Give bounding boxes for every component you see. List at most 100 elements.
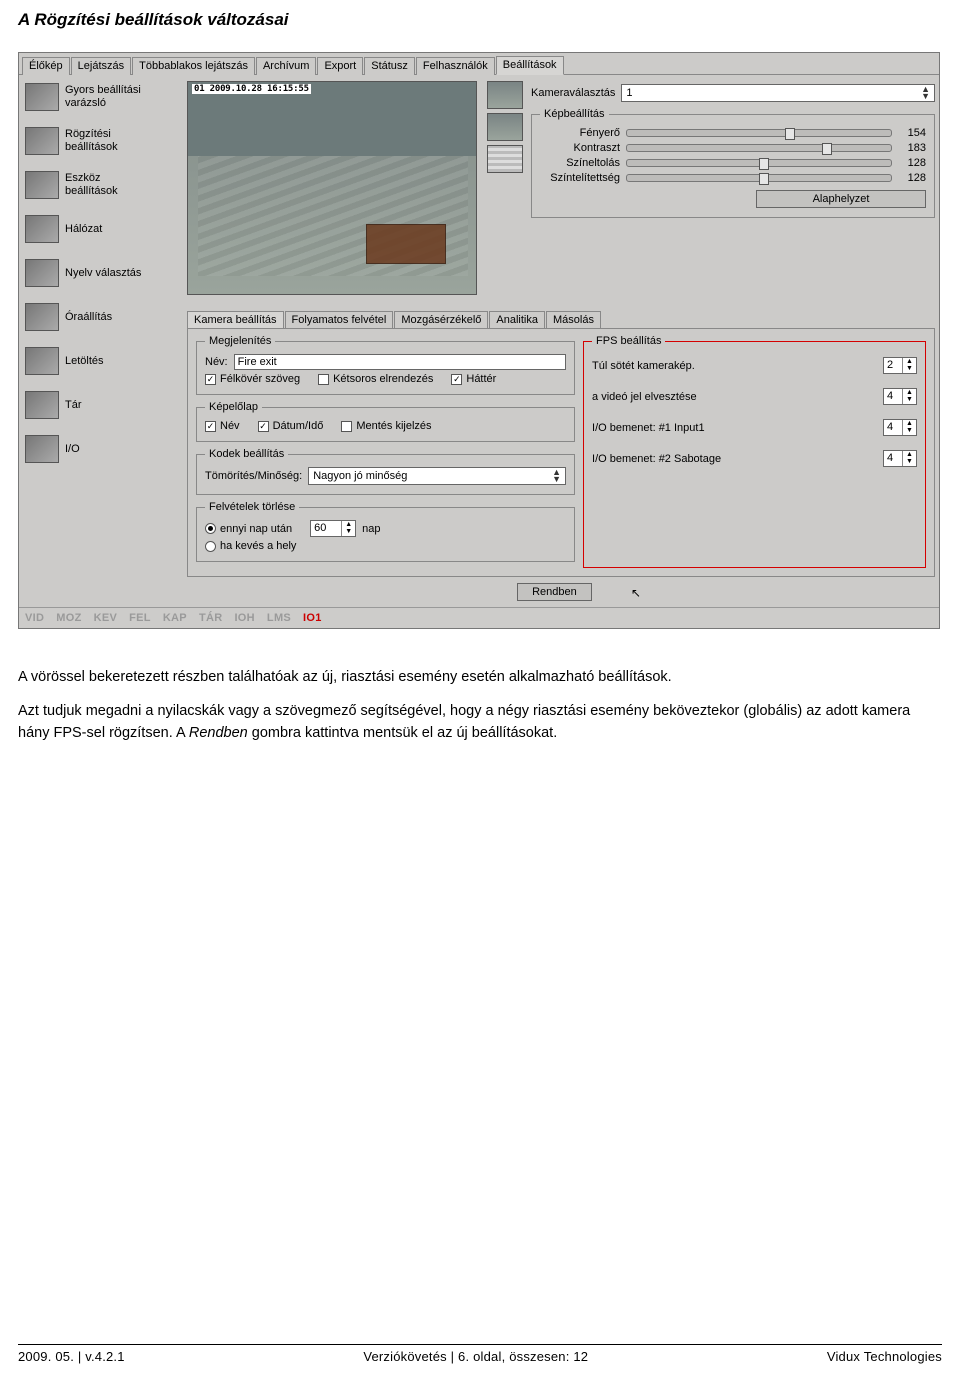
sidebar-item-device[interactable]: Eszköz beállítások <box>23 169 187 213</box>
delete-days-unit: nap <box>362 523 380 535</box>
subtab-folyamatos[interactable]: Folyamatos felvétel <box>285 311 394 328</box>
sidebar-item-label: Rögzítési beállítások <box>65 128 118 153</box>
spinner-value: 4 <box>884 451 902 466</box>
fps-row-label: a videó jel elvesztése <box>592 391 697 403</box>
page-footer: 2009. 05. | v.4.2.1 Verziókövetés | 6. o… <box>18 1344 942 1364</box>
sidebar-item-clock[interactable]: Óraállítás <box>23 301 187 345</box>
sidebar-item-label: Gyors beállítási varázsló <box>65 84 141 109</box>
badge: TÁR <box>199 612 223 624</box>
sidebar-item-download[interactable]: Letöltés <box>23 345 187 389</box>
image-settings-fieldset: Képbeállítás Fényerő154 Kontraszt183 Szí… <box>531 108 935 218</box>
checkbox-label: Kétsoros elrendezés <box>333 373 433 385</box>
tab-elokep[interactable]: Élőkép <box>22 57 70 75</box>
overlay-legend: Képelőlap <box>205 401 262 413</box>
subtab-masolas[interactable]: Másolás <box>546 311 601 328</box>
sidebar-item-label: Letöltés <box>65 355 104 368</box>
slider-label: Fényerő <box>540 127 620 139</box>
updown-icon: ▲▼ <box>552 469 561 483</box>
updown-icon: ▲▼ <box>341 521 355 536</box>
checkbox-label: Mentés kijelzés <box>356 420 431 432</box>
io-icon <box>25 435 59 463</box>
footer-right: Vidux Technologies <box>827 1349 942 1364</box>
badge: IOH <box>234 612 254 624</box>
download-icon <box>25 347 59 375</box>
fps-legend: FPS beállítás <box>592 335 665 347</box>
codec-fieldset: Kodek beállítás Tömörítés/Minőség: Nagyo… <box>196 448 575 495</box>
checkbox-label: Háttér <box>466 373 496 385</box>
preview-timestamp: 01 2009.10.28 16:15:55 <box>192 84 311 94</box>
tab-felhasznalok[interactable]: Felhasználók <box>416 57 495 75</box>
subtab-analitika[interactable]: Analitika <box>489 311 545 328</box>
reset-button[interactable]: Alaphelyzet <box>756 190 926 208</box>
sidebar-item-label: Tár <box>65 399 82 412</box>
sidebar-item-io[interactable]: I/O <box>23 433 187 477</box>
sidebar-item-label: Nyelv választás <box>65 267 141 280</box>
updown-icon: ▲▼ <box>902 451 916 466</box>
checkbox-label: Név <box>220 420 240 432</box>
codec-value: Nagyon jó minőség <box>313 470 407 482</box>
subtab-mozgas[interactable]: Mozgásérzékelő <box>394 311 488 328</box>
badge: VID <box>25 612 44 624</box>
codec-select[interactable]: Nagyon jó minőség ▲▼ <box>308 467 566 485</box>
sidebar-item-wizard[interactable]: Gyors beállítási varázsló <box>23 81 187 125</box>
subtab-kamera[interactable]: Kamera beállítás <box>187 311 284 328</box>
sidebar-item-storage[interactable]: Tár <box>23 389 187 433</box>
paragraph-2: Azt tudjuk megadni a nyilacskák vagy a s… <box>18 701 942 745</box>
pip-thumb[interactable] <box>487 113 523 141</box>
preview-pip-column <box>487 81 523 295</box>
sub-tabs: Kamera beállítás Folyamatos felvétel Moz… <box>187 311 935 328</box>
fps-spinner-dark[interactable]: 2▲▼ <box>883 357 917 374</box>
updown-icon: ▲▼ <box>902 358 916 373</box>
clock-icon <box>25 303 59 331</box>
tab-archivum[interactable]: Archívum <box>256 57 316 75</box>
tab-beallitasok[interactable]: Beállítások <box>496 56 564 75</box>
device-icon <box>25 171 59 199</box>
sidebar-item-language[interactable]: Nyelv választás <box>23 257 187 301</box>
badge-active: IO1 <box>303 612 322 624</box>
tab-statusz[interactable]: Státusz <box>364 57 415 75</box>
tab-tobbablakos[interactable]: Többablakos lejátszás <box>132 57 255 75</box>
fps-spinner-io2[interactable]: 4▲▼ <box>883 450 917 467</box>
radio-days[interactable]: ennyi nap után <box>205 523 292 535</box>
slider-label: Színeltolás <box>540 157 620 169</box>
brightness-slider[interactable] <box>626 129 892 137</box>
checkbox-name[interactable]: ✓Név <box>205 420 240 432</box>
submit-button[interactable]: Rendben <box>517 583 592 601</box>
fps-spinner-signal[interactable]: 4▲▼ <box>883 388 917 405</box>
display-legend: Megjelenítés <box>205 335 275 347</box>
spinner-value: 2 <box>884 358 902 373</box>
camera-select[interactable]: 1 ▲▼ <box>621 84 935 102</box>
codec-label: Tömörítés/Minőség: <box>205 470 302 482</box>
tab-export[interactable]: Export <box>317 57 363 75</box>
radio-label: ha kevés a hely <box>220 540 296 552</box>
slider-label: Kontraszt <box>540 142 620 154</box>
pip-thumb[interactable] <box>487 145 523 173</box>
camera-name-input[interactable] <box>234 354 566 370</box>
checkbox-datetime[interactable]: ✓Dátum/Idő <box>258 420 324 432</box>
hue-slider[interactable] <box>626 159 892 167</box>
pip-thumb[interactable] <box>487 81 523 109</box>
page-title: A Rögzítési beállítások változásai <box>18 10 942 30</box>
camera-select-label: Kameraválasztás <box>531 87 615 99</box>
checkbox-twoline[interactable]: Kétsoros elrendezés <box>318 373 433 385</box>
sidebar-item-recording[interactable]: Rögzítési beállítások <box>23 125 187 169</box>
display-fieldset: Megjelenítés Név: ✓Félkövér szöveg Kétso… <box>196 335 575 395</box>
camera-select-value: 1 <box>626 87 632 99</box>
image-settings-legend: Képbeállítás <box>540 108 609 120</box>
fps-spinner-io1[interactable]: 4▲▼ <box>883 419 917 436</box>
spinner-value: 60 <box>311 521 341 536</box>
delete-days-spinner[interactable]: 60▲▼ <box>310 520 356 537</box>
radio-lowspace[interactable]: ha kevés a hely <box>205 540 296 552</box>
tab-lejatszas[interactable]: Lejátszás <box>71 57 131 75</box>
saturation-slider[interactable] <box>626 174 892 182</box>
sidebar-item-network[interactable]: Hálózat <box>23 213 187 257</box>
checkbox-saveind[interactable]: Mentés kijelzés <box>341 420 431 432</box>
checkbox-label: Dátum/Idő <box>273 420 324 432</box>
badge: LMS <box>267 612 291 624</box>
network-icon <box>25 215 59 243</box>
checkbox-bold[interactable]: ✓Félkövér szöveg <box>205 373 300 385</box>
badge: FEL <box>129 612 151 624</box>
checkbox-background[interactable]: ✓Háttér <box>451 373 496 385</box>
contrast-slider[interactable] <box>626 144 892 152</box>
paragraph-emphasis: Rendben <box>189 725 248 741</box>
